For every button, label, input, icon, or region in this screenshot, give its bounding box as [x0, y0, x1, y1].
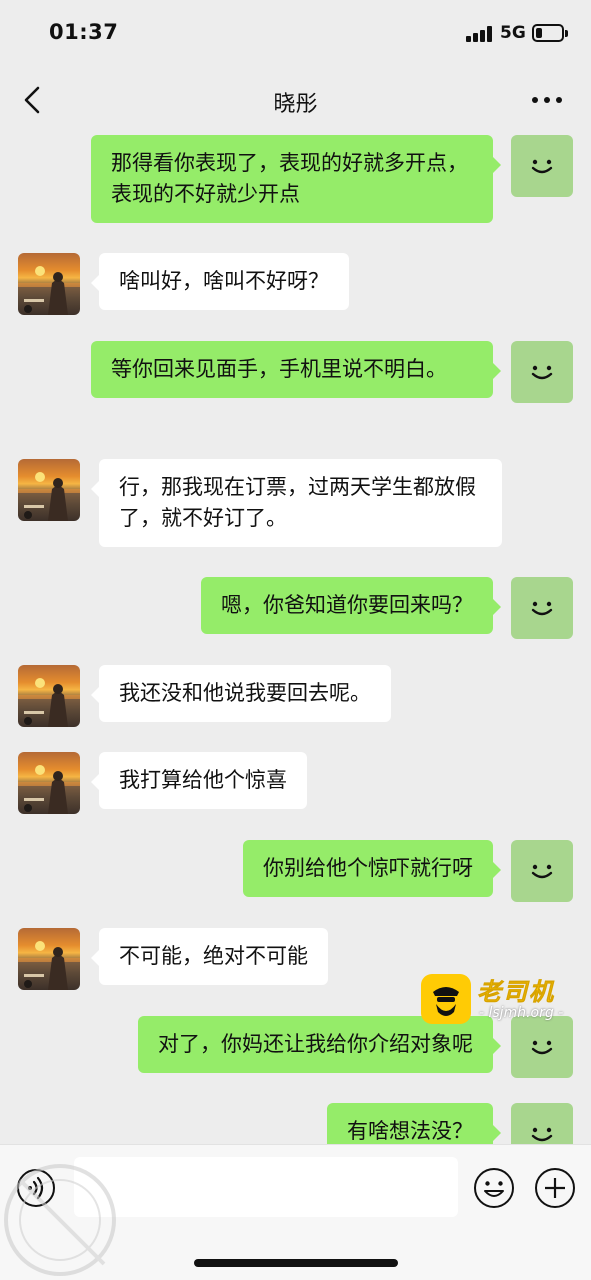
contact-avatar[interactable]: [18, 665, 80, 727]
plus-icon[interactable]: [534, 1167, 576, 1209]
message-bubble[interactable]: 嗯，你爸知道你要回来吗？: [201, 577, 501, 634]
battery-icon: [532, 24, 564, 42]
self-avatar[interactable]: [511, 577, 573, 639]
self-avatar[interactable]: [511, 1103, 573, 1144]
watermark-url: - lsjmh.org -: [479, 1005, 564, 1021]
message-bubble[interactable]: 有啥想法没？: [327, 1103, 501, 1144]
stamp-watermark: [4, 1164, 116, 1276]
status-time: 01:37: [49, 20, 119, 44]
status-bar: 01:37 5G: [0, 0, 591, 68]
home-indicator: [194, 1259, 398, 1267]
contact-avatar[interactable]: [18, 253, 80, 315]
emoji-icon[interactable]: [473, 1167, 515, 1209]
message-bubble[interactable]: 那得看你表现了，表现的好就多开点，表现的不好就少开点: [91, 135, 501, 223]
message-bubble[interactable]: 啥叫好，啥叫不好呀？: [91, 253, 349, 310]
network-type: 5G: [500, 23, 526, 43]
battery-level: [536, 28, 542, 38]
contact-avatar[interactable]: [18, 752, 80, 814]
watermark-brand: 老司机: [477, 978, 555, 1007]
contact-avatar[interactable]: [18, 459, 80, 521]
message-list[interactable]: 那得看你表现了，表现的好就多开点，表现的不好就少开点 啥叫好，啥叫不好呀？ 等你…: [0, 132, 591, 1144]
message-input[interactable]: [74, 1157, 458, 1217]
message-bubble[interactable]: 行，那我现在订票，过两天学生都放假了，就不好订了。: [91, 459, 502, 547]
watermark-logo: 老司机 - lsjmh.org -: [421, 972, 576, 1026]
self-avatar[interactable]: [511, 341, 573, 403]
contact-avatar[interactable]: [18, 928, 80, 990]
signal-strength-icon: [466, 26, 492, 42]
self-avatar[interactable]: [511, 135, 573, 197]
driver-icon: [421, 974, 471, 1024]
message-bubble[interactable]: 等你回来见面手，手机里说不明白。: [91, 341, 501, 398]
self-avatar[interactable]: [511, 840, 573, 902]
message-bubble[interactable]: 我打算给他个惊喜: [91, 752, 307, 809]
message-bubble[interactable]: 我还没和他说我要回去呢。: [91, 665, 391, 722]
chat-title: 晓彤: [273, 92, 318, 117]
battery-tip: [565, 30, 568, 37]
message-bubble[interactable]: 不可能，绝对不可能: [91, 928, 328, 985]
message-bubble[interactable]: 你别给他个惊吓就行呀: [243, 840, 501, 897]
ellipsis-icon[interactable]: [526, 86, 568, 114]
chat-header: 晓彤: [0, 68, 591, 132]
